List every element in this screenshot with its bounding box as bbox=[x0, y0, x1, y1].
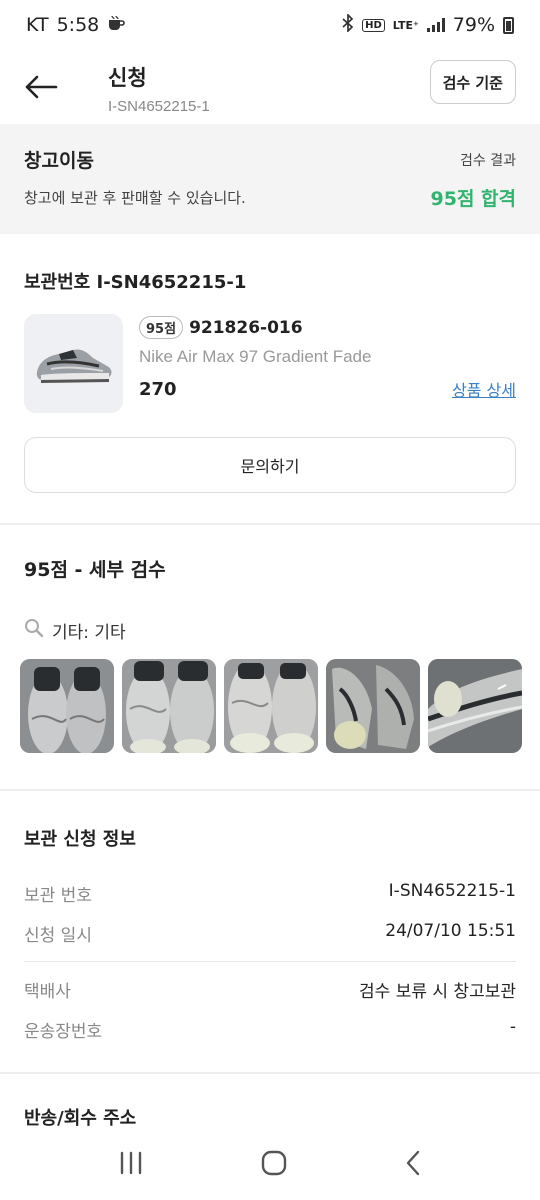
bluetooth-icon bbox=[342, 12, 354, 37]
signal-icon bbox=[426, 18, 445, 32]
status-bar: KT 5:58 HD LTE⁺ 79% bbox=[0, 0, 540, 50]
return-address-title: 반송/회수 주소 bbox=[24, 1108, 137, 1129]
search-icon bbox=[24, 618, 44, 643]
info-row: 신청 일시 24/07/10 15:51 bbox=[24, 921, 516, 946]
inspection-category: 기타: 기타 bbox=[24, 618, 516, 643]
back-arrow-icon[interactable] bbox=[24, 67, 64, 107]
info-label: 운송장번호 bbox=[24, 1022, 103, 1042]
product-detail-link[interactable]: 상품 상세 bbox=[452, 377, 516, 401]
return-address-section: 반송/회수 주소 bbox=[0, 1074, 540, 1130]
inspection-photo[interactable] bbox=[224, 659, 318, 753]
info-value: 24/07/10 15:51 bbox=[385, 921, 516, 941]
info-row: 운송장번호 - bbox=[24, 1017, 516, 1042]
storage-section: 보관번호 I-SN4652215-1 95점 921826-016 Nike A… bbox=[0, 234, 540, 493]
inspection-criteria-button[interactable]: 검수 기준 bbox=[429, 60, 516, 104]
info-label: 택배사 bbox=[24, 982, 71, 1002]
inspection-photo[interactable] bbox=[20, 659, 114, 753]
network-type: LTE⁺ bbox=[392, 18, 419, 32]
product-name: Nike Air Max 97 Gradient Fade bbox=[139, 347, 372, 366]
result-label: 검수 결과 bbox=[460, 153, 516, 169]
banner-title: 창고이동 bbox=[24, 150, 94, 172]
product-card: 95점 921826-016 Nike Air Max 97 Gradient … bbox=[24, 314, 516, 413]
row-divider bbox=[24, 961, 516, 962]
notification-icon bbox=[107, 14, 126, 36]
info-label: 신청 일시 bbox=[24, 926, 92, 946]
product-thumbnail[interactable] bbox=[24, 314, 123, 413]
storage-info-section: 보관 신청 정보 보관 번호 I-SN4652215-1 신청 일시 24/07… bbox=[0, 791, 540, 1042]
system-nav-bar bbox=[0, 1130, 540, 1200]
inspection-photo[interactable] bbox=[326, 659, 420, 753]
score-badge: 95점 bbox=[139, 316, 184, 339]
info-label: 보관 번호 bbox=[24, 886, 92, 906]
product-size: 270 bbox=[139, 378, 177, 400]
carrier-label: KT bbox=[26, 14, 49, 36]
storage-info-title: 보관 신청 정보 bbox=[24, 829, 136, 850]
model-number: 921826-016 bbox=[189, 317, 303, 338]
banner-description: 창고에 보관 후 판매할 수 있습니다. bbox=[24, 189, 246, 207]
warehouse-move-banner: 창고이동 창고에 보관 후 판매할 수 있습니다. 검수 결과 95점 합격 bbox=[0, 124, 540, 234]
inspection-category-label: 기타: 기타 bbox=[52, 623, 126, 643]
home-icon[interactable] bbox=[261, 1150, 287, 1180]
battery-percent: 79% bbox=[452, 14, 495, 36]
hd-voice-icon: HD bbox=[362, 18, 385, 32]
inspection-photo[interactable] bbox=[428, 659, 522, 753]
recent-apps-icon[interactable] bbox=[118, 1151, 144, 1179]
info-value: - bbox=[509, 1017, 516, 1037]
info-value: I-SN4652215-1 bbox=[388, 881, 516, 901]
clock: 5:58 bbox=[56, 14, 100, 36]
info-value: 검수 보류 시 창고보관 bbox=[359, 982, 516, 1002]
inspection-section: 95점 - 세부 검수 기타: 기타 bbox=[0, 525, 540, 643]
info-row: 택배사 검수 보류 시 창고보관 bbox=[24, 977, 516, 1002]
info-row: 보관 번호 I-SN4652215-1 bbox=[24, 881, 516, 906]
inspection-title: 95점 - 세부 검수 bbox=[24, 559, 166, 581]
inquiry-button[interactable]: 문의하기 bbox=[24, 437, 516, 493]
inspection-photo[interactable] bbox=[122, 659, 216, 753]
battery-icon bbox=[503, 16, 514, 34]
app-header: 신청 I-SN4652215-1 검수 기준 bbox=[0, 50, 540, 124]
storage-number-title: 보관번호 I-SN4652215-1 bbox=[24, 272, 247, 293]
page-subtitle: I-SN4652215-1 bbox=[108, 97, 210, 115]
page-title: 신청 bbox=[108, 65, 147, 90]
result-value: 95점 합격 bbox=[430, 188, 517, 210]
inspection-photos bbox=[0, 659, 540, 753]
back-icon[interactable] bbox=[404, 1150, 422, 1180]
